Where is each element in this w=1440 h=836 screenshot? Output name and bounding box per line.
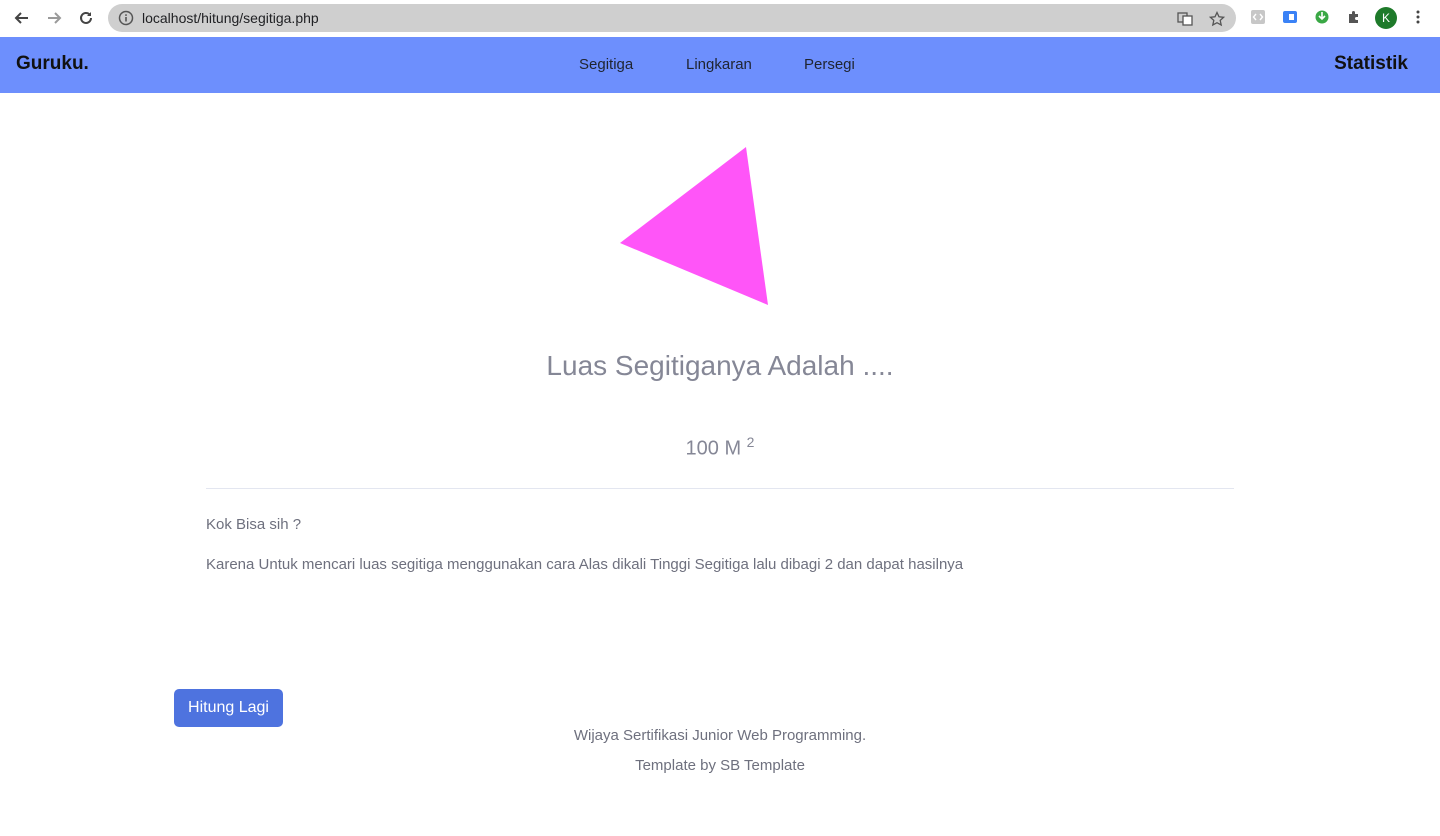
triangle-shape: [620, 147, 768, 305]
footer-template: Template by SB Template: [635, 757, 805, 774]
nav-link-segitiga[interactable]: Segitiga: [579, 56, 633, 73]
forward-arrow-icon[interactable]: [42, 6, 66, 30]
divider: [206, 488, 1234, 489]
back-arrow-icon[interactable]: [10, 6, 34, 30]
extension-download-icon[interactable]: [1313, 8, 1331, 26]
profile-avatar[interactable]: K: [1375, 7, 1397, 29]
bookmark-star-icon[interactable]: [1208, 10, 1226, 28]
translate-icon[interactable]: [1176, 10, 1194, 28]
browser-toolbar: localhost/hitung/segitiga.php K: [0, 0, 1440, 38]
extensions-puzzle-icon[interactable]: [1345, 8, 1363, 26]
extension-devtools-icon[interactable]: [1249, 8, 1267, 26]
hitung-lagi-button[interactable]: Hitung Lagi: [174, 689, 283, 727]
nav-link-statistik[interactable]: Statistik: [1334, 53, 1408, 75]
extension-blue-icon[interactable]: [1281, 8, 1299, 26]
app-navbar: Guruku. Segitiga Lingkaran Persegi Stati…: [0, 37, 1440, 93]
result-title: Luas Segitiganya Adalah ....: [546, 350, 894, 381]
question-text: Kok Bisa sih ?: [206, 516, 302, 533]
result-unit-exponent: 2: [746, 434, 755, 450]
result-number: 100 M: [685, 437, 742, 460]
reload-icon[interactable]: [74, 6, 98, 30]
brand-logo[interactable]: Guruku.: [16, 53, 89, 75]
site-info-icon[interactable]: [118, 10, 134, 31]
menu-dots-icon[interactable]: [1409, 8, 1427, 26]
footer-credit: Wijaya Sertifikasi Junior Web Programmin…: [573, 727, 867, 744]
address-bar[interactable]: localhost/hitung/segitiga.php: [108, 4, 1236, 32]
explanation-text: Karena Untuk mencari luas segitiga mengg…: [206, 556, 964, 573]
url-text[interactable]: localhost/hitung/segitiga.php: [142, 10, 319, 26]
nav-link-persegi[interactable]: Persegi: [804, 56, 855, 73]
result-value: 100 M 2: [0, 434, 1440, 461]
nav-link-lingkaran[interactable]: Lingkaran: [686, 56, 752, 73]
